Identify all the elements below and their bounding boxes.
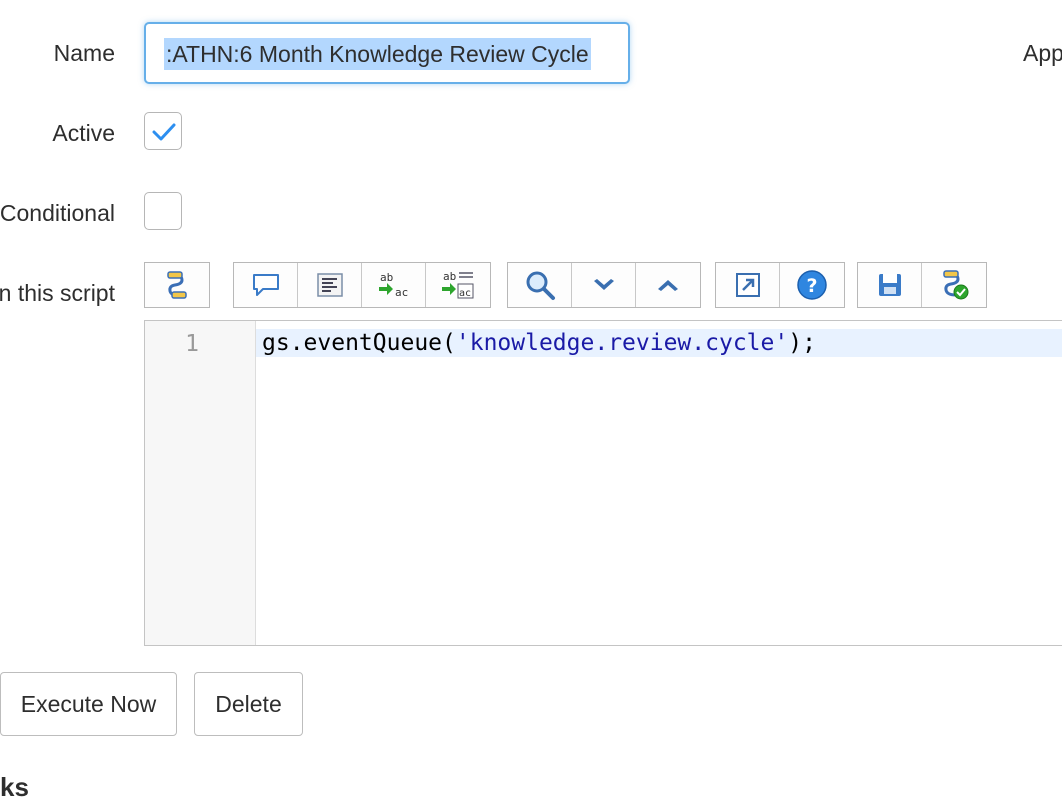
comment-icon xyxy=(252,274,279,296)
replace-all-button[interactable]: ab ac xyxy=(426,263,490,307)
format-code-button[interactable] xyxy=(298,263,362,307)
code-string-literal: 'knowledge.review.cycle' xyxy=(455,330,789,356)
check-syntax-button[interactable] xyxy=(922,263,986,307)
search-previous-button[interactable] xyxy=(636,263,700,307)
code-suffix: ); xyxy=(788,330,816,356)
replace-icon: ab ac xyxy=(378,271,408,299)
name-input-value: :ATHN:6 Month Knowledge Review Cycle xyxy=(164,38,591,70)
script-editor[interactable]: 1 gs.eventQueue('knowledge.review.cycle'… xyxy=(144,320,1062,646)
code-prefix: gs.eventQueue( xyxy=(262,330,456,356)
save-icon xyxy=(878,274,901,296)
save-button[interactable] xyxy=(858,263,922,307)
code-line[interactable]: gs.eventQueue('knowledge.review.cycle'); xyxy=(256,329,1062,357)
svg-text:ab: ab xyxy=(380,271,393,284)
script-tree-icon xyxy=(167,271,187,299)
fullscreen-button[interactable] xyxy=(716,263,780,307)
conditional-label: Conditional xyxy=(0,200,115,226)
chevron-up-icon xyxy=(658,280,678,291)
line-number: 1 xyxy=(185,331,199,357)
active-label: Active xyxy=(52,120,115,146)
toolbar-group-edit: ab ac ab ac xyxy=(233,262,491,308)
help-button[interactable]: ? xyxy=(780,263,844,307)
fullscreen-icon xyxy=(735,273,760,297)
checkmark-icon xyxy=(152,123,176,141)
delete-button[interactable]: Delete xyxy=(194,672,303,736)
conditional-checkbox[interactable] xyxy=(144,192,182,230)
toggle-comment-button[interactable] xyxy=(234,263,298,307)
search-button[interactable] xyxy=(508,263,572,307)
search-icon xyxy=(526,271,555,300)
chevron-down-icon xyxy=(593,279,614,290)
name-input[interactable]: :ATHN:6 Month Knowledge Review Cycle xyxy=(144,22,630,84)
search-next-button[interactable] xyxy=(572,263,636,307)
line-number-gutter: 1 xyxy=(145,321,256,645)
application-label: App xyxy=(1023,40,1062,66)
replace-button[interactable]: ab ac xyxy=(362,263,426,307)
name-label: Name xyxy=(53,40,115,66)
svg-text:ac: ac xyxy=(395,286,408,299)
svg-text:ab: ab xyxy=(443,270,456,283)
format-code-icon xyxy=(316,273,343,297)
replace-all-icon: ab ac xyxy=(442,270,474,299)
execute-now-button[interactable]: Execute Now xyxy=(0,672,177,736)
help-icon: ? xyxy=(797,270,827,300)
toolbar-group-script-tree xyxy=(144,262,210,308)
active-checkbox[interactable] xyxy=(144,112,182,150)
toolbar-group-search xyxy=(507,262,701,308)
svg-text:ac: ac xyxy=(459,288,471,299)
toolbar-group-save xyxy=(857,262,987,308)
toolbar-group-view: ? xyxy=(715,262,845,308)
script-tree-button[interactable] xyxy=(145,263,209,307)
svg-text:?: ? xyxy=(806,275,817,297)
section-heading: ks xyxy=(0,772,29,802)
script-label: n this script xyxy=(0,280,115,306)
check-syntax-icon xyxy=(943,270,969,300)
